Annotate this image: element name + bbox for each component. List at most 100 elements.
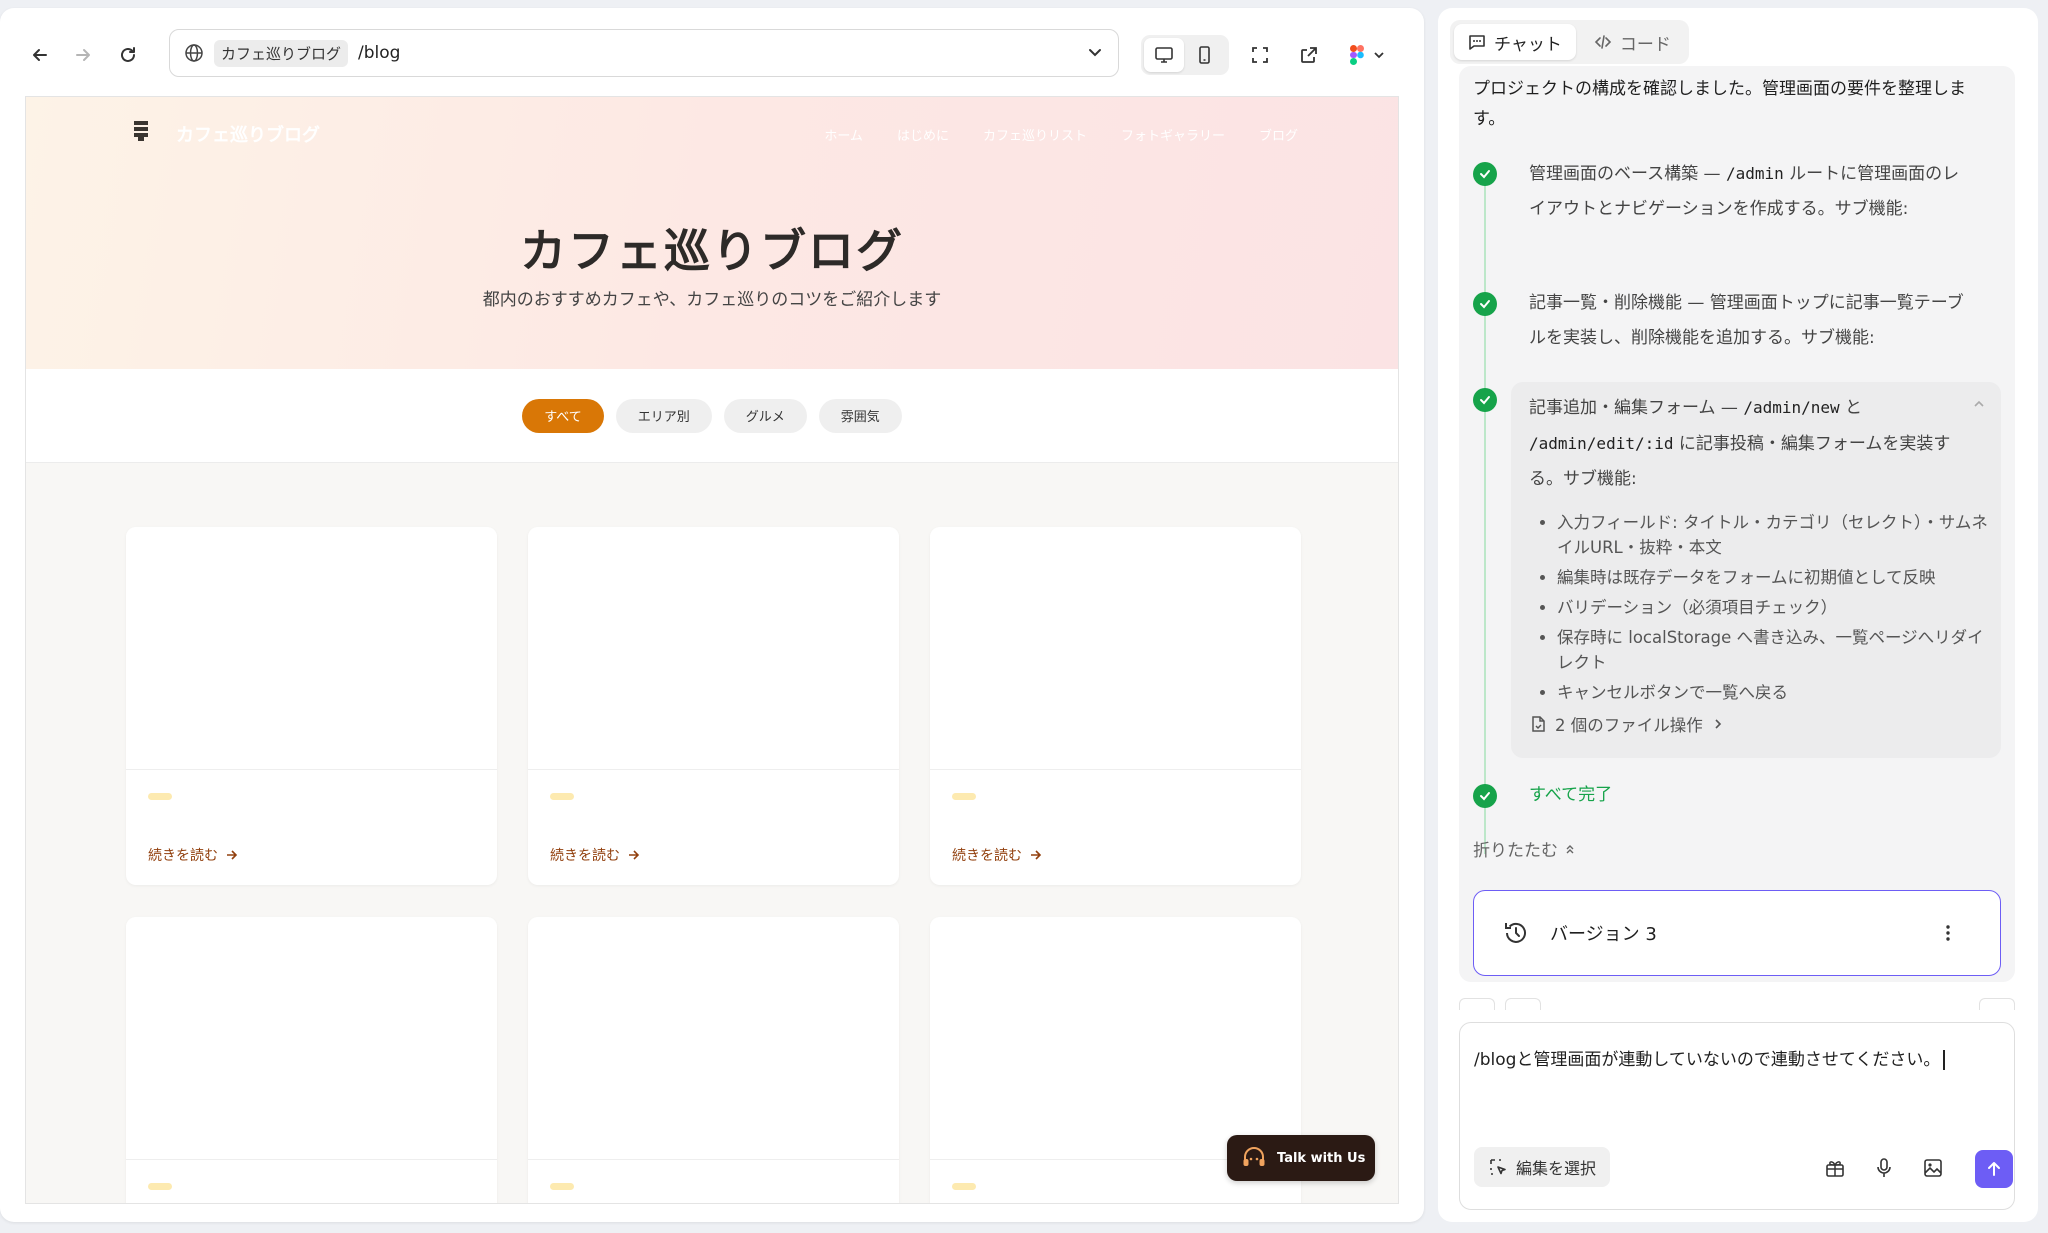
site-nav-item[interactable]: カフェ巡りリスト (983, 125, 1087, 144)
site-preview: カフェ巡りブログ ホーム はじめに カフェ巡りリスト フォトギャラリー ブログ … (25, 96, 1399, 1204)
url-bar[interactable]: カフェ巡りブログ /blog (169, 29, 1119, 77)
card-thumbnail (126, 527, 497, 770)
card-category-tag (550, 1183, 574, 1190)
reload-button[interactable] (111, 38, 145, 72)
globe-icon (185, 44, 203, 62)
message-input-text: /blogと管理画面が連動していないので連動させてください。 (1474, 1050, 1941, 1070)
forward-button[interactable] (66, 38, 100, 72)
arrow-right-icon (227, 850, 238, 860)
expand-icon (1252, 47, 1268, 63)
filter-area[interactable]: エリア別 (615, 398, 712, 433)
site-nav-item[interactable]: フォトギャラリー (1121, 125, 1225, 144)
read-more-link[interactable]: 続きを読む (550, 845, 640, 865)
tab-chat-label: チャット (1494, 34, 1562, 55)
category-filter-bar: すべて エリア別 グルメ 雰囲気 (26, 369, 1398, 463)
chat-bubble-icon (1469, 35, 1485, 50)
task-step-text: と (1839, 398, 1863, 418)
list-item: 保存時に localStorage へ書き込み、一覧ページへリダイレクト (1557, 625, 1993, 675)
blog-card[interactable]: 続きを読む (126, 527, 497, 885)
card-thumbnail (528, 527, 899, 770)
figma-icon (1350, 45, 1364, 65)
hero-title: カフェ巡りブログ (520, 224, 904, 278)
chevron-down-icon[interactable] (1086, 43, 1104, 61)
desktop-view-button[interactable] (1144, 38, 1184, 72)
gift-button[interactable] (1820, 1153, 1850, 1183)
check-circle-icon (1473, 292, 1497, 316)
file-icon (1532, 716, 1545, 732)
chevron-up-icon[interactable] (1971, 396, 1987, 412)
filter-gourmet[interactable]: グルメ (723, 398, 807, 433)
blog-card[interactable]: 続きを読む (930, 527, 1301, 885)
device-toggle (1141, 35, 1229, 75)
talk-with-us-button[interactable]: Talk with Us (1227, 1135, 1375, 1181)
read-more-label: 続きを読む (148, 848, 218, 864)
chevrons-up-icon (1566, 844, 1574, 853)
route-code: /admin (1725, 164, 1784, 183)
card-thumbnail (930, 527, 1301, 770)
mobile-view-button[interactable] (1184, 38, 1224, 72)
message-composer[interactable]: /blogと管理画面が連動していないので連動させてください。 編集を選択 (1459, 1022, 2015, 1210)
select-to-edit-button[interactable]: 編集を選択 (1474, 1147, 1611, 1187)
check-circle-icon (1473, 784, 1497, 808)
hero-section: カフェ巡りブログ ホーム はじめに カフェ巡りリスト フォトギャラリー ブログ … (26, 97, 1398, 369)
url-site-chip: カフェ巡りブログ (214, 39, 349, 67)
list-item: 入力フィールド: タイトル・カテゴリ（セレクト）・サムネイルURL・抜粋・本文 (1557, 510, 1993, 560)
card-thumbnail (126, 917, 497, 1160)
read-more-link[interactable]: 続きを読む (148, 845, 238, 865)
tab-code-label: コード (1619, 34, 1671, 55)
blog-card[interactable]: 続きを読む (528, 527, 899, 885)
headset-icon (1243, 1147, 1265, 1166)
card-category-tag (148, 1183, 172, 1190)
tab-code[interactable]: コード (1580, 24, 1685, 60)
arrow-right-icon (1031, 850, 1042, 860)
task-step: 記事追加・編集フォーム — /admin/new と /admin/edit/:… (1529, 390, 1969, 497)
site-nav-item[interactable]: はじめに (897, 125, 949, 144)
assistant-message: プロジェクトの構成を確認しました。管理画面の要件を整理します。 (1473, 79, 1966, 129)
site-logo-text[interactable]: カフェ巡りブログ (176, 121, 320, 147)
chat-thread: プロジェクトの構成を確認しました。管理画面の要件を整理します。 管理画面のベース… (1459, 66, 2015, 982)
url-path: /blog (358, 43, 401, 63)
site-nav-item[interactable]: ホーム (824, 125, 863, 144)
gift-icon (1826, 1161, 1844, 1177)
site-nav-item[interactable]: ブログ (1259, 125, 1298, 144)
arrow-right-icon (629, 850, 640, 860)
tab-edge (1505, 998, 1541, 1010)
collapse-button[interactable]: 折りたたむ (1473, 836, 1576, 861)
logo-icon[interactable] (134, 121, 148, 141)
message-input[interactable]: /blogと管理画面が連動していないので連動させてください。 (1474, 1045, 1945, 1070)
back-button[interactable] (23, 38, 57, 72)
task-step-expanded[interactable]: 記事追加・編集フォーム — /admin/new と /admin/edit/:… (1511, 382, 2001, 758)
tab-edge (1979, 998, 2015, 1010)
more-vertical-icon[interactable] (1938, 923, 1958, 943)
file-operations-link[interactable]: 2 個のファイル操作 (1529, 712, 1725, 736)
all-done-status: すべて完了 (1529, 785, 1613, 805)
version-card[interactable]: バージョン 3 (1473, 890, 2001, 976)
blog-card[interactable] (126, 917, 497, 1203)
monitor-icon (1155, 47, 1173, 63)
arrow-right-icon (76, 49, 90, 61)
list-item: バリデーション（必須項目チェック） (1557, 595, 1993, 620)
image-upload-button[interactable] (1918, 1153, 1948, 1183)
open-external-button[interactable] (1292, 38, 1326, 72)
phone-icon (1199, 46, 1210, 64)
filter-all[interactable]: すべて (522, 398, 604, 433)
filter-atmosphere[interactable]: 雰囲気 (818, 398, 902, 433)
sub-feature-list: 入力フィールド: タイトル・カテゴリ（セレクト）・サムネイルURL・抜粋・本文 … (1557, 510, 1993, 710)
check-circle-icon (1473, 162, 1497, 186)
read-more-label: 続きを読む (550, 848, 620, 864)
chevron-down-icon (1374, 52, 1384, 59)
image-icon (1924, 1159, 1942, 1177)
microphone-button[interactable] (1869, 1153, 1899, 1183)
tab-chat[interactable]: チャット (1454, 24, 1576, 60)
fullscreen-button[interactable] (1243, 38, 1277, 72)
card-category-tag (952, 793, 976, 800)
send-button[interactable] (1975, 1150, 2013, 1188)
figma-menu-button[interactable] (1343, 38, 1393, 72)
site-nav: ホーム はじめに カフェ巡りリスト フォトギャラリー ブログ (824, 125, 1298, 144)
task-step: 記事一覧・削除機能 — 管理画面トップに記事一覧テーブルを実装し、削除機能を追加… (1529, 293, 1964, 348)
history-icon (1505, 922, 1526, 943)
read-more-link[interactable]: 続きを読む (952, 845, 1042, 865)
blog-card[interactable] (528, 917, 899, 1203)
panel-tabs: チャット コード (1450, 20, 1689, 64)
code-icon (1594, 35, 1611, 49)
